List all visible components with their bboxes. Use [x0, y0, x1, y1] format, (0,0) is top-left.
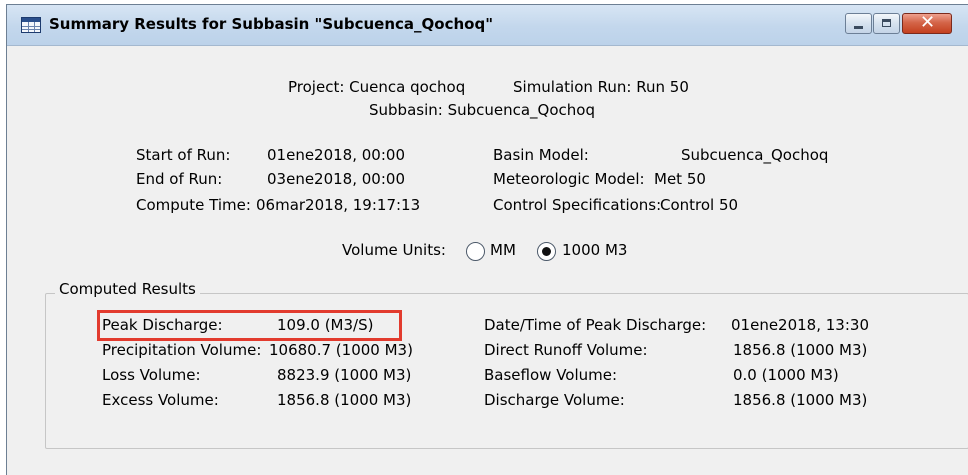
1000-m3-radio-label[interactable]: 1000 M3: [562, 241, 627, 259]
peak-datetime-value: 01ene2018, 13:30: [731, 316, 869, 334]
excess-volume-value: 1856.8 (1000 M3): [277, 391, 412, 409]
loss-volume-label: Loss Volume:: [102, 366, 201, 384]
close-button[interactable]: ✕: [902, 12, 952, 34]
window-title: Summary Results for Subbasin "Subcuenca_…: [49, 15, 494, 33]
start-of-run-value: 01ene2018, 00:00: [267, 146, 405, 164]
baseflow-volume-value: 0.0 (1000 M3): [733, 366, 839, 384]
basin-model-value: Subcuenca_Qochoq: [681, 146, 829, 164]
excess-volume-label: Excess Volume:: [102, 391, 219, 409]
compute-time-label: Compute Time:: [136, 196, 251, 214]
precipitation-volume-value: 10680.7 (1000 M3): [269, 341, 413, 359]
1000-m3-radio[interactable]: [537, 242, 556, 261]
direct-runoff-volume-label: Direct Runoff Volume:: [484, 341, 648, 359]
minimize-button[interactable]: [845, 13, 872, 34]
peak-discharge-label: Peak Discharge:: [102, 316, 223, 334]
end-of-run-value: 03ene2018, 00:00: [267, 170, 405, 188]
project-name: Project: Cuenca qochoq: [288, 78, 466, 96]
computed-results-title: Computed Results: [55, 280, 200, 298]
volume-units-label: Volume Units:: [342, 241, 446, 259]
mm-radio[interactable]: [466, 242, 485, 261]
peak-datetime-label: Date/Time of Peak Discharge:: [484, 316, 707, 334]
meteorologic-model-label: Meteorologic Model:: [493, 170, 645, 188]
direct-runoff-volume-value: 1856.8 (1000 M3): [733, 341, 868, 359]
simulation-run: Simulation Run: Run 50: [513, 78, 689, 96]
maximize-button[interactable]: [873, 13, 900, 34]
meteorologic-model-value: Met 50: [654, 170, 706, 188]
start-of-run-label: Start of Run:: [136, 146, 231, 164]
loss-volume-value: 8823.9 (1000 M3): [277, 366, 412, 384]
discharge-volume-value: 1856.8 (1000 M3): [733, 391, 868, 409]
compute-time-value: 06mar2018, 19:17:13: [256, 196, 421, 214]
table-grid-icon: [21, 17, 41, 33]
peak-discharge-value: 109.0 (M3/S): [277, 316, 374, 334]
minimize-icon: [854, 26, 863, 29]
subbasin-name: Subbasin: Subcuenca_Qochoq: [369, 101, 595, 119]
precipitation-volume-label: Precipitation Volume:: [102, 341, 262, 359]
end-of-run-label: End of Run:: [136, 170, 223, 188]
basin-model-label: Basin Model:: [493, 146, 589, 164]
control-specifications-label: Control Specifications:: [493, 196, 662, 214]
mm-radio-label[interactable]: MM: [490, 241, 516, 259]
discharge-volume-label: Discharge Volume:: [484, 391, 625, 409]
baseflow-volume-label: Baseflow Volume:: [484, 366, 618, 384]
control-specifications-value: Control 50: [660, 196, 739, 214]
close-icon: ✕: [920, 12, 936, 33]
maximize-icon: [882, 19, 891, 27]
title-bar[interactable]: Summary Results for Subbasin "Subcuenca_…: [7, 5, 968, 46]
